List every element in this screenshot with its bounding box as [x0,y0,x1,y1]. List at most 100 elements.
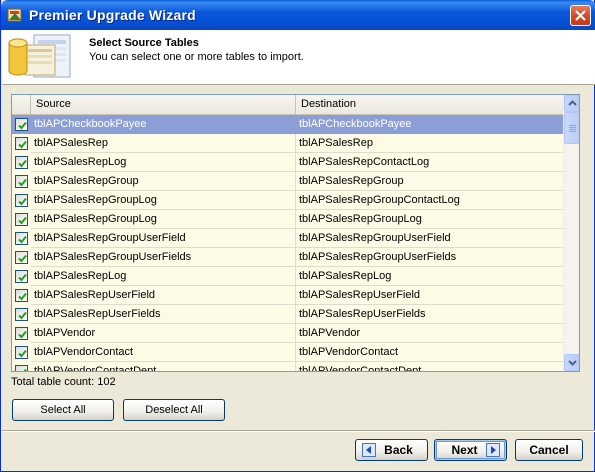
row-checkbox[interactable] [15,118,28,131]
row-checkbox[interactable] [15,346,28,359]
row-checkbox[interactable] [15,194,28,207]
row-checkbox-cell [12,248,31,267]
table-row[interactable]: tblAPSalesRepLog tblAPSalesRepLog [12,267,563,286]
cancel-button[interactable]: Cancel [515,439,583,461]
column-header-source[interactable]: Source [31,95,296,114]
title-bar[interactable]: Premier Upgrade Wizard [1,0,595,30]
destination-cell[interactable]: tblAPCheckbookPayee [296,115,563,134]
checkmark-icon [18,235,27,244]
row-checkbox[interactable] [15,232,28,245]
footer-separator [2,430,595,432]
destination-cell[interactable]: tblAPVendorContactDept [296,362,563,371]
checkmark-icon [18,292,27,301]
destination-cell[interactable]: tblAPSalesRepGroupUserFields [296,248,563,267]
wizard-icon [7,8,22,22]
source-cell[interactable]: tblAPSalesRepGroupUserField [31,229,296,248]
destination-cell[interactable]: tblAPSalesRepLog [296,267,563,286]
destination-cell[interactable]: tblAPSalesRepGroupContactLog [296,191,563,210]
row-checkbox[interactable] [15,213,28,226]
next-button-label: Next [451,443,478,457]
table-row[interactable]: tblAPSalesRepUserField tblAPSalesRepUserF… [12,286,563,305]
row-checkbox[interactable] [15,137,28,150]
next-button[interactable]: Next [434,439,507,461]
row-checkbox[interactable] [15,270,28,283]
destination-cell[interactable]: tblAPSalesRepContactLog [296,153,563,172]
row-checkbox[interactable] [15,289,28,302]
row-checkbox[interactable] [15,365,28,371]
destination-cell[interactable]: tblAPSalesRepUserFields [296,305,563,324]
checkmark-icon [18,216,27,225]
scroll-thumb[interactable] [564,112,579,144]
destination-cell[interactable]: tblAPSalesRepUserField [296,286,563,305]
table-row[interactable]: tblAPCheckbookPayee tblAPCheckbookPayee [12,115,563,134]
page-subtitle: You can select one or more tables to imp… [89,51,304,63]
source-cell[interactable]: tblAPSalesRepUserField [31,286,296,305]
destination-cell[interactable]: tblAPVendor [296,324,563,343]
row-checkbox[interactable] [15,175,28,188]
table-row[interactable]: tblAPSalesRepLog tblAPSalesRepContactLog [12,153,563,172]
column-header-destination[interactable]: Destination [296,95,563,114]
checkmark-icon [18,311,27,320]
page-title: Select Source Tables [89,37,199,49]
close-button[interactable] [570,5,591,26]
thumb-grip-line [569,131,576,132]
row-checkbox-cell [12,362,31,371]
source-cell[interactable]: tblAPSalesRepGroupUserFields [31,248,296,267]
source-cell[interactable]: tblAPSalesRepGroupLog [31,210,296,229]
table-row[interactable]: tblAPSalesRepGroupLog tblAPSalesRepGroupC… [12,191,563,210]
destination-cell[interactable]: tblAPSalesRepGroupLog [296,210,563,229]
scroll-up-button[interactable] [564,95,579,112]
checkmark-icon [18,159,27,168]
source-cell[interactable]: tblAPSalesRepLog [31,153,296,172]
row-checkbox-cell [12,172,31,191]
header-checkbox-column [12,95,31,114]
table-row[interactable]: tblAPVendorContact tblAPVendorContact [12,343,563,362]
source-cell[interactable]: tblAPVendorContact [31,343,296,362]
checkmark-icon [18,140,27,149]
row-checkbox-cell [12,229,31,248]
source-cell[interactable]: tblAPSalesRepGroupLog [31,191,296,210]
source-cell[interactable]: tblAPSalesRepGroup [31,172,296,191]
thumb-grip-line [569,127,576,128]
table-row[interactable]: tblAPVendorContactDept tblAPVendorContact… [12,362,563,371]
deselect-all-button[interactable]: Deselect All [123,399,225,421]
table-row[interactable]: tblAPSalesRepGroup tblAPSalesRepGroup [12,172,563,191]
destination-cell[interactable]: tblAPSalesRep [296,134,563,153]
row-checkbox[interactable] [15,327,28,340]
row-checkbox[interactable] [15,156,28,169]
select-all-button[interactable]: Select All [12,399,114,421]
back-button-label: Back [384,443,413,457]
close-icon [575,10,586,21]
table-row[interactable]: tblAPSalesRepGroupLog tblAPSalesRepGroupL… [12,210,563,229]
row-checkbox[interactable] [15,308,28,321]
vertical-scrollbar[interactable] [563,95,579,371]
back-arrow-icon [362,443,376,457]
window-title: Premier Upgrade Wizard [29,7,196,23]
source-cell[interactable]: tblAPSalesRepLog [31,267,296,286]
next-arrow-icon [486,443,500,457]
source-cell[interactable]: tblAPCheckbookPayee [31,115,296,134]
destination-cell[interactable]: tblAPSalesRepGroupUserField [296,229,563,248]
row-checkbox-cell [12,134,31,153]
source-cell[interactable]: tblAPVendor [31,324,296,343]
back-button[interactable]: Back [355,439,428,461]
table-row[interactable]: tblAPSalesRepGroupUserField tblAPSalesRep… [12,229,563,248]
destination-cell[interactable]: tblAPSalesRepGroup [296,172,563,191]
checkmark-icon [18,330,27,339]
thumb-grip-line [569,125,576,126]
table-row[interactable]: tblAPSalesRepUserFields tblAPSalesRepUser… [12,305,563,324]
tables-grid[interactable]: Source Destination tblAPCheckbookPayee tb… [11,94,580,372]
table-row[interactable]: tblAPSalesRepGroupUserFields tblAPSalesRe… [12,248,563,267]
source-cell[interactable]: tblAPSalesRepUserFields [31,305,296,324]
source-cell[interactable]: tblAPVendorContactDept [31,362,296,371]
row-checkbox-cell [12,324,31,343]
row-checkbox[interactable] [15,251,28,264]
row-checkbox-cell [12,343,31,362]
checkmark-icon [18,273,27,282]
table-row[interactable]: tblAPVendor tblAPVendor [12,324,563,343]
source-cell[interactable]: tblAPSalesRep [31,134,296,153]
scroll-down-button[interactable] [564,354,579,371]
table-row[interactable]: tblAPSalesRep tblAPSalesRep [12,134,563,153]
destination-cell[interactable]: tblAPVendorContact [296,343,563,362]
wizard-window: Premier Upgrade Wizard Select Source Tab… [0,0,595,472]
